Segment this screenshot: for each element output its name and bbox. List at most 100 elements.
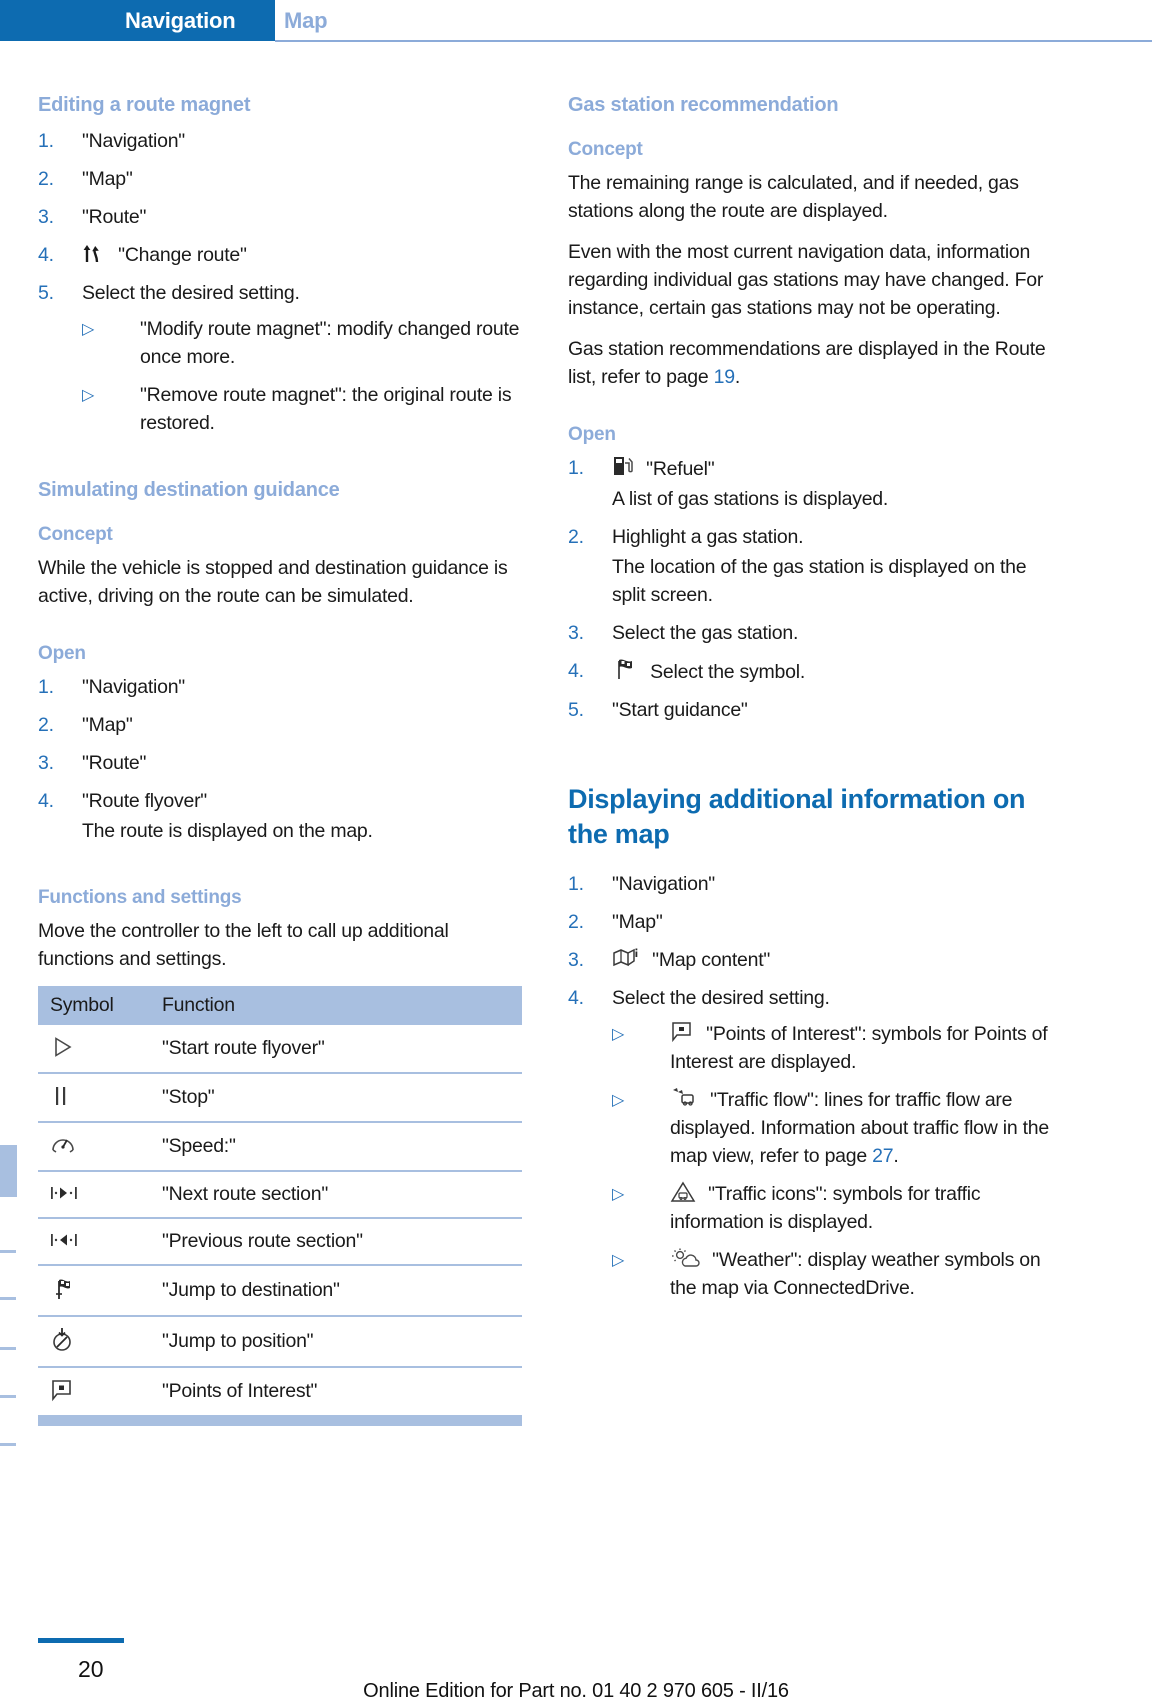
step-continuation-text: The location of the gas station is displ… <box>612 556 1027 606</box>
table-cell-function: "Jump to position" <box>150 1316 522 1368</box>
table-cell-symbol <box>38 1367 150 1417</box>
sub-items-editing-route-magnet: ▷ "Modify route magnet": modify changed … <box>82 315 522 437</box>
step-item: 1. "Navigation" <box>568 870 1052 898</box>
step-number: 1. <box>38 676 54 698</box>
step-item: 3. Select the gas station. <box>568 619 1052 647</box>
step-number: 3. <box>38 206 54 228</box>
checkered-flag-icon <box>612 657 638 681</box>
table-cell-function: "Previous route section" <box>150 1218 522 1266</box>
heading-concept-left: Concept <box>38 524 113 545</box>
step-text: Select the desired setting. <box>612 987 830 1009</box>
page-reference-link[interactable]: 19 <box>714 366 735 388</box>
step-item: 4. "Change route" <box>38 241 522 269</box>
triangle-bullet-icon: ▷ <box>612 1092 625 1109</box>
thumb-index-dash-3 <box>0 1347 16 1350</box>
sub-item: ▷ "Traffic icons": symbols for traffic i… <box>612 1180 1052 1236</box>
header-section-title: Map <box>284 8 328 33</box>
step-item: 3. "Route" <box>38 749 522 777</box>
position-arrow-icon <box>50 1327 76 1353</box>
table-cell-symbol <box>38 1025 150 1074</box>
table-cell-symbol <box>38 1265 150 1317</box>
triangle-bullet-icon: ▷ <box>612 1252 625 1269</box>
step-item: 3. "Map content" <box>568 946 1052 974</box>
step-number: 1. <box>38 130 54 152</box>
thumb-index-tab <box>0 1145 17 1197</box>
table-cell-symbol <box>38 1316 150 1368</box>
step-item: 3. "Route" <box>38 203 522 231</box>
step-text: Select the gas station. <box>612 622 799 644</box>
steps-displaying-additional-information: 1. "Navigation" 2. "Map" 3. "Map content… <box>568 870 1052 1302</box>
header-rule <box>275 40 1152 42</box>
step-item: 4. Select the desired setting. ▷ "Points… <box>568 984 1052 1302</box>
column-header-function: Function <box>150 986 522 1025</box>
table-row: "Start route flyover" <box>38 1025 522 1074</box>
page-header: Navigation Map <box>0 0 1152 42</box>
traffic-flow-text-after: . <box>893 1145 899 1167</box>
sub-item-text: "Remove route magnet": the original rout… <box>140 384 512 434</box>
pause-icon <box>50 1084 74 1108</box>
paragraph-route-list-ref: Gas station recommendations are displaye… <box>568 335 1052 391</box>
footer-edition-text: Online Edition for Part no. 01 40 2 970 … <box>363 1680 789 1702</box>
poi-icon <box>50 1378 74 1402</box>
step-number: 4. <box>38 244 54 266</box>
sub-item: ▷ "Weather": display weather symbols on … <box>612 1246 1052 1302</box>
thumb-index-dash-4 <box>0 1395 16 1398</box>
triangle-bullet-icon: ▷ <box>612 1186 625 1203</box>
step-item: 5. "Start guidance" <box>568 696 1052 724</box>
step-item: 5. Select the desired setting. ▷ "Modify… <box>38 279 522 437</box>
step-item: 2. "Map" <box>38 711 522 739</box>
sub-item: ▷ "Modify route magnet": modify changed … <box>82 315 522 371</box>
step-number: 2. <box>38 168 54 190</box>
table-row: "Previous route section" <box>38 1218 522 1266</box>
page-reference-link[interactable]: 27 <box>872 1145 893 1167</box>
step-text: Select the symbol. <box>650 661 805 683</box>
step-item: 4. "Route flyover" The route is displaye… <box>38 787 522 845</box>
step-text: "Route" <box>82 206 147 228</box>
poi-icon <box>670 1021 694 1043</box>
step-text: "Map" <box>612 911 663 933</box>
table-cell-symbol <box>38 1122 150 1172</box>
steps-simulating-open: 1. "Navigation" 2. "Map" 3. "Route" 4. "… <box>38 673 522 845</box>
step-number: 5. <box>38 282 54 304</box>
table-cell-symbol <box>38 1073 150 1123</box>
step-text: "Route" <box>82 752 147 774</box>
heading-concept-right: Concept <box>568 139 643 160</box>
table-cell-function: "Start route flyover" <box>150 1025 522 1074</box>
table-cell-function: "Next route section" <box>150 1171 522 1219</box>
step-text: "Map content" <box>652 949 771 971</box>
step-continuation-text: The route is displayed on the map. <box>82 820 373 842</box>
paragraph-concept-2: Even with the most current navigation da… <box>568 241 1044 319</box>
thumb-index-dash-1 <box>0 1250 16 1253</box>
step-item: 2. "Map" <box>568 908 1052 936</box>
fuel-pump-icon <box>612 454 634 478</box>
paragraph-concept-left: While the vehicle is stopped and destina… <box>38 557 508 607</box>
step-text: "Route flyover" <box>82 790 207 812</box>
route-list-text-after: . <box>734 366 741 388</box>
step-item: 2. "Map" <box>38 165 522 193</box>
step-text: "Map" <box>82 714 133 736</box>
weather-icon <box>670 1247 700 1269</box>
table-row: "Speed:" <box>38 1122 522 1172</box>
step-text: "Navigation" <box>82 130 185 152</box>
heading-open-right: Open <box>568 424 616 445</box>
next-section-icon <box>50 1183 82 1203</box>
column-header-symbol: Symbol <box>38 986 150 1025</box>
step-item: 1. "Navigation" <box>38 127 522 155</box>
traffic-flow-icon <box>670 1087 698 1109</box>
heading-simulating-destination-guidance: Simulating destination guidance <box>38 479 340 501</box>
route-list-text-before: Gas station recommendations are displaye… <box>568 338 1046 388</box>
table-row: "Next route section" <box>38 1171 522 1219</box>
symbol-function-table: Symbol Function "Start route flyover" "S… <box>38 986 522 1417</box>
traffic-flow-text-before: "Traffic flow": lines for traffic flow a… <box>670 1089 1049 1167</box>
step-item: 1. "Refuel" A list of gas stations is di… <box>568 454 1052 513</box>
previous-section-icon <box>50 1230 82 1250</box>
step-text: "Navigation" <box>612 873 715 895</box>
triangle-bullet-icon: ▷ <box>82 387 95 404</box>
header-chapter-title: Navigation <box>125 8 236 33</box>
